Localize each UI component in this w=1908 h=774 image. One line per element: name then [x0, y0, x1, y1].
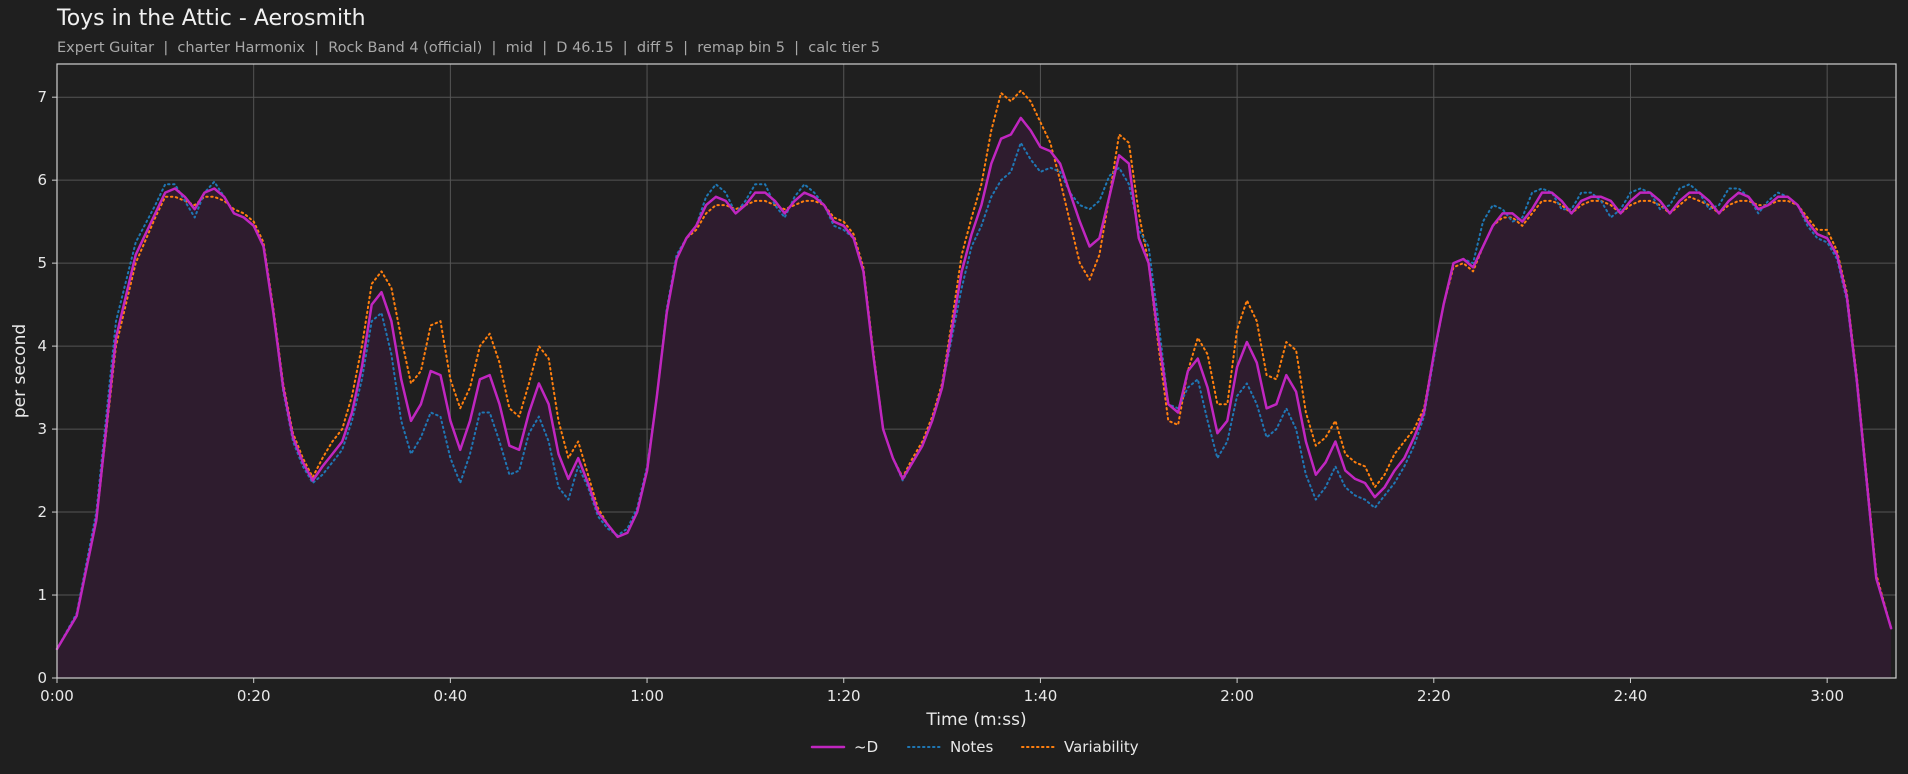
- y-tick-label: 2: [37, 503, 47, 521]
- y-tick-label: 5: [37, 254, 47, 272]
- x-tick-label: 0:20: [237, 687, 271, 705]
- x-tick-label: 1:20: [827, 687, 861, 705]
- y-tick-label: 1: [37, 586, 47, 604]
- x-tick-label: 2:40: [1614, 687, 1648, 705]
- d-area-fill: [57, 117, 1892, 678]
- legend-label: Variability: [1064, 738, 1139, 756]
- x-tick-label: 0:00: [40, 687, 74, 705]
- legend-label: Notes: [950, 738, 994, 756]
- y-tick-label: 6: [37, 171, 47, 189]
- y-axis-label: per second: [10, 324, 30, 418]
- x-tick-label: 2:00: [1220, 687, 1254, 705]
- line-chart: 0:00 0:20 0:40 1:00 1:20 1:40 2:00 2:20 2:40 3:00…: [10, 63, 1897, 756]
- x-tick-label: 1:00: [630, 687, 664, 705]
- legend-label: ~D: [854, 738, 878, 756]
- x-axis-label: Time (m:ss): [925, 710, 1026, 730]
- y-tick-label: 7: [37, 88, 47, 106]
- y-axis-ticks: 0 1 2 3 4 5 6 7: [37, 88, 57, 687]
- x-tick-label: 0:40: [434, 687, 468, 705]
- x-tick-label: 2:20: [1417, 687, 1451, 705]
- x-axis-ticks: 0:00 0:20 0:40 1:00 1:20 1:40 2:00 2:20 2:40 3:00: [40, 678, 1844, 705]
- x-tick-label: 1:40: [1024, 687, 1058, 705]
- x-tick-label: 3:00: [1810, 687, 1844, 705]
- legend: ~D Notes Variability: [810, 738, 1139, 756]
- y-tick-label: 3: [37, 420, 47, 438]
- y-tick-label: 4: [37, 337, 47, 355]
- y-tick-label: 0: [37, 669, 47, 687]
